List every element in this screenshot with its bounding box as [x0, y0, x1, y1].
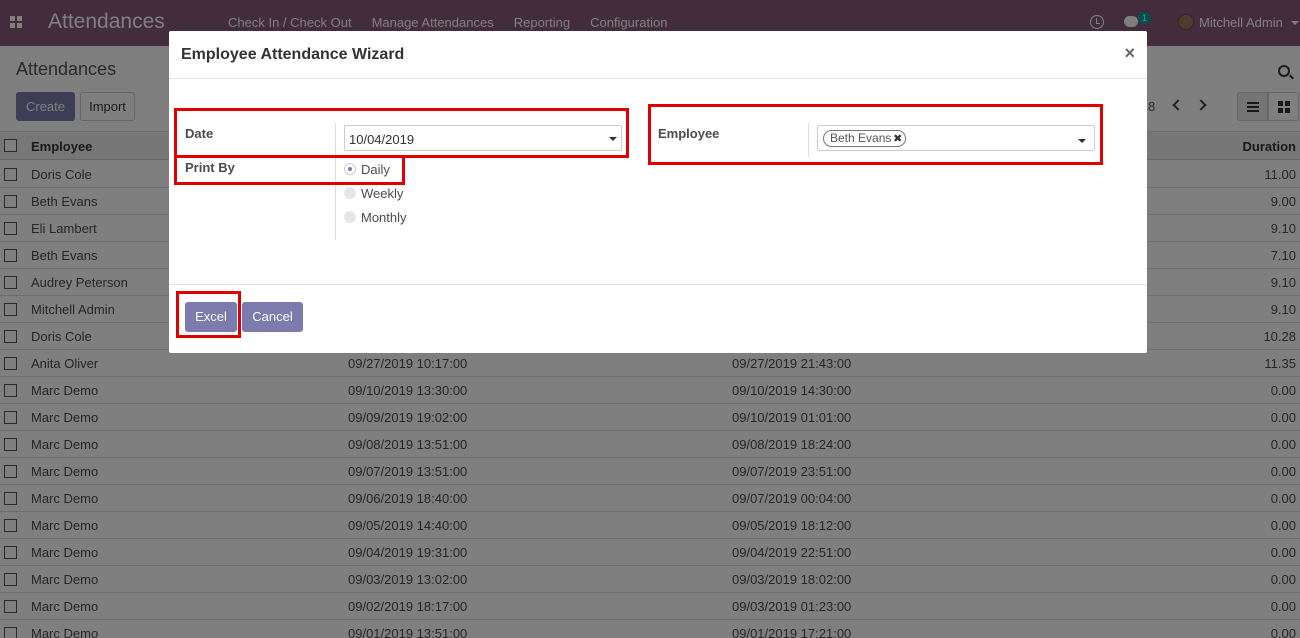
- radio-monthly-label[interactable]: Monthly: [361, 210, 407, 225]
- modal-title: Employee Attendance Wizard: [181, 46, 405, 63]
- highlight-date: [174, 108, 629, 158]
- highlight-excel-button: [176, 291, 241, 338]
- modal-footer: Excel Cancel: [169, 284, 1147, 353]
- cancel-button[interactable]: Cancel: [242, 302, 303, 332]
- radio-weekly[interactable]: [344, 187, 356, 199]
- modal-header: Employee Attendance Wizard ×: [169, 31, 1147, 79]
- close-icon[interactable]: ×: [1124, 43, 1135, 64]
- radio-monthly[interactable]: [344, 211, 356, 223]
- radio-weekly-label[interactable]: Weekly: [361, 186, 403, 201]
- highlight-print-by: [174, 155, 405, 185]
- employee-attendance-wizard-dialog: Employee Attendance Wizard × Date 10/04/…: [169, 31, 1147, 353]
- highlight-employee: [648, 104, 1103, 165]
